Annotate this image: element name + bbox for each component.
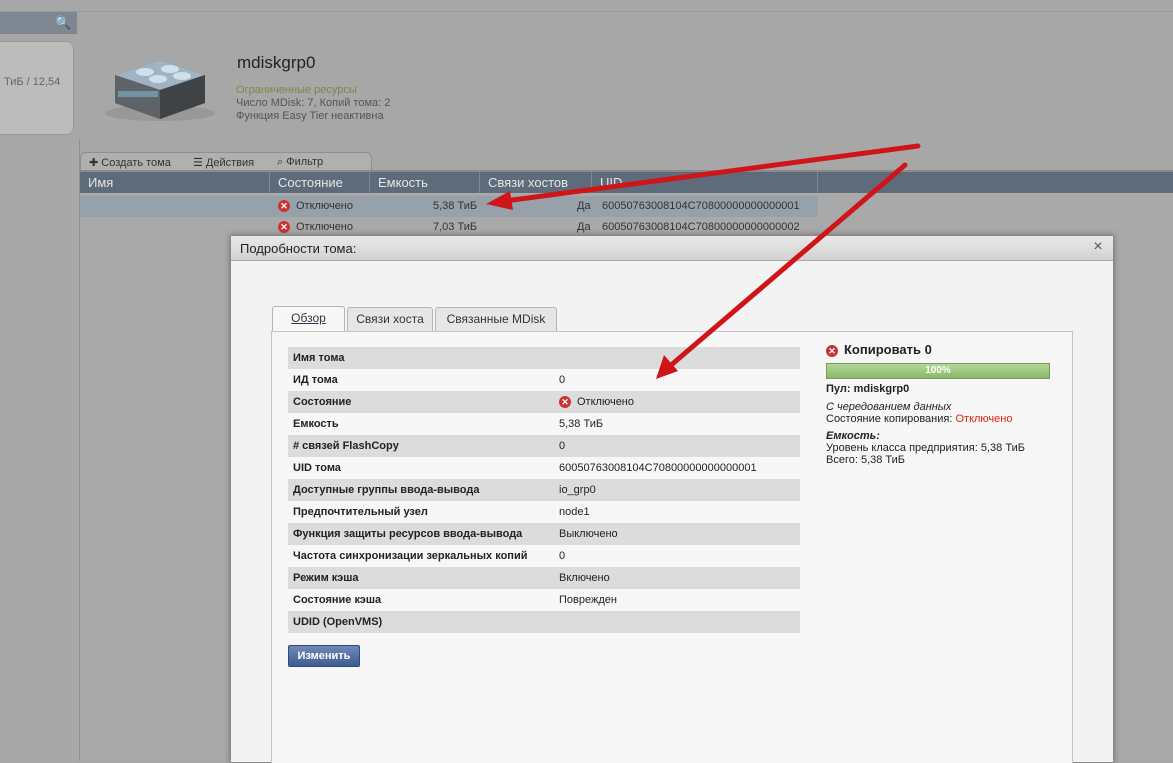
- copy-total-capacity: Всего: 5,38 ТиБ: [826, 454, 906, 466]
- pool-easy-tier: Функция Easy Tier неактивна: [236, 110, 384, 122]
- prop-value: Включено: [559, 572, 610, 584]
- prop-value: node1: [559, 506, 590, 518]
- error-icon: ✕: [278, 200, 290, 213]
- magnifier-icon: ⌕: [277, 156, 287, 168]
- volume-toolbar: ✚ Создать тома ☰ Действия ⌕ Фильтр: [80, 152, 372, 171]
- prop-value: io_grp0: [559, 484, 596, 496]
- filter-label: Фильтр: [286, 156, 324, 168]
- prop-value: Поврежден: [559, 594, 617, 606]
- prop-label: Емкость: [293, 418, 339, 430]
- top-divider: [0, 11, 1173, 12]
- copy-state-label: Состояние копирования:: [826, 413, 956, 425]
- tab-host-links[interactable]: Связи хоста: [347, 307, 433, 331]
- copy-state-value: Отключено: [955, 413, 1013, 425]
- row-status-text: Отключено: [296, 221, 353, 233]
- copy-progress-label: 100%: [925, 365, 951, 376]
- create-volume-button[interactable]: ✚ Создать тома: [89, 156, 171, 169]
- copy-progress-bar: 100%: [826, 363, 1050, 379]
- prop-udid: UDID (OpenVMS): [288, 611, 800, 633]
- column-name[interactable]: Имя: [80, 172, 270, 193]
- copy-title-text: Копировать 0: [844, 342, 932, 357]
- prop-mirror-sync: Частота синхронизации зеркальных копий 0: [288, 545, 800, 567]
- column-status[interactable]: Состояние: [270, 172, 370, 193]
- tab-related-mdisk[interactable]: Связанные MDisk: [435, 307, 557, 331]
- prop-label: # связей FlashCopy: [293, 440, 399, 452]
- copy-pool: Пул: mdiskgrp0: [826, 383, 910, 395]
- close-icon[interactable]: ×: [1090, 238, 1106, 256]
- column-host-links[interactable]: Связи хостов: [480, 172, 592, 193]
- copy-title: ✕ Копировать 0: [826, 342, 932, 357]
- volume-table-header: Имя Состояние Емкость Связи хостов UID: [80, 172, 1173, 193]
- plus-icon: ✚: [89, 157, 102, 169]
- prop-capacity: Емкость 5,38 ТиБ: [288, 413, 800, 435]
- row-host-links: Да: [577, 200, 591, 212]
- prop-preferred-node: Предпочтительный узел node1: [288, 501, 800, 523]
- tab-overview-label: Обзор: [291, 311, 326, 325]
- prop-value: 0: [559, 440, 566, 452]
- volume-details-dialog: Подробности тома: × Обзор Связи хоста Св…: [230, 235, 1114, 763]
- tab-overview[interactable]: Обзор: [272, 306, 345, 332]
- prop-label: UID тома: [293, 462, 341, 474]
- copy-capacity-heading: Емкость:: [826, 430, 880, 442]
- row-status: ✕ Отключено: [278, 196, 353, 217]
- edit-button[interactable]: Изменить: [288, 645, 360, 667]
- prop-status-text: Отключено: [577, 396, 634, 408]
- dialog-title: Подробности тома:: [240, 241, 357, 256]
- prop-label: Имя тома: [293, 352, 345, 364]
- prop-label: ИД тома: [293, 374, 338, 386]
- prop-value: 60050763008104C70800000000000001: [559, 462, 757, 474]
- actions-button[interactable]: ☰ Действия: [193, 156, 254, 169]
- sidebar-panel: [0, 140, 80, 761]
- list-icon: ☰: [193, 157, 206, 169]
- prop-value: 0: [559, 374, 566, 386]
- row-status-text: Отключено: [296, 200, 353, 212]
- actions-label: Действия: [205, 157, 255, 169]
- prop-value: 5,38 ТиБ: [559, 418, 604, 430]
- pool-status: Ограниченные ресурсы: [236, 84, 357, 96]
- copy-striping: С чередованием данных: [826, 401, 952, 413]
- prop-value: Выключено: [559, 528, 618, 540]
- prop-label: UDID (OpenVMS): [293, 616, 383, 628]
- filter-button[interactable]: ⌕ Фильтр: [277, 156, 323, 169]
- error-icon: ✕: [559, 396, 571, 409]
- row-capacity: 5,38 ТиБ: [433, 200, 478, 212]
- prop-value: 0: [559, 550, 566, 562]
- prop-label: Состояние кэша: [293, 594, 382, 606]
- search-icon[interactable]: 🔍: [55, 15, 71, 31]
- column-uid[interactable]: UID: [592, 172, 818, 193]
- prop-cache-state: Состояние кэша Поврежден: [288, 589, 800, 611]
- prop-uid: UID тома 60050763008104C70800000000000001: [288, 457, 800, 479]
- prop-io-groups: Доступные группы ввода-вывода io_grp0: [288, 479, 800, 501]
- prop-status: Состояние ✕ Отключено: [288, 391, 800, 413]
- prop-flashcopy: # связей FlashCopy 0: [288, 435, 800, 457]
- prop-cache-mode: Режим кэша Включено: [288, 567, 800, 589]
- prop-label: Функция защиты ресурсов ввода-вывода: [293, 528, 523, 540]
- prop-volume-id: ИД тома 0: [288, 369, 800, 391]
- tab-host-links-label: Связи хоста: [356, 312, 424, 326]
- overview-panel: Имя тома ИД тома 0 Состояние ✕ Отключено Ем…: [271, 331, 1073, 763]
- error-icon: ✕: [278, 221, 290, 234]
- prop-label: Режим кэша: [293, 572, 359, 584]
- prop-value: ✕ Отключено: [559, 391, 634, 413]
- sidebar-capacity-card[interactable]: [0, 41, 74, 135]
- sidebar-capacity-text: ТиБ / 12,54: [4, 76, 61, 88]
- copy-state: Состояние копирования: Отключено: [826, 413, 1012, 425]
- prop-io-protection: Функция защиты ресурсов ввода-вывода Выкл…: [288, 523, 800, 545]
- column-capacity[interactable]: Емкость: [370, 172, 480, 193]
- error-icon: ✕: [826, 344, 838, 357]
- prop-label: Доступные группы ввода-вывода: [293, 484, 480, 496]
- row-uid: 60050763008104C70800000000000001: [602, 200, 800, 212]
- prop-volume-name: Имя тома: [288, 347, 800, 369]
- pool-name: mdiskgrp0: [237, 53, 316, 72]
- dialog-title-bar[interactable]: [231, 236, 1113, 261]
- prop-label: Предпочтительный узел: [293, 506, 428, 518]
- pool-mdisk-count: Число MDisk: 7, Копий тома: 2: [236, 97, 391, 109]
- prop-label: Состояние: [293, 396, 352, 408]
- copy-tier-capacity: Уровень класса предприятия: 5,38 ТиБ: [826, 442, 1025, 454]
- tab-related-mdisk-label: Связанные MDisk: [446, 312, 546, 326]
- prop-label: Частота синхронизации зеркальных копий: [293, 550, 528, 562]
- create-volume-label: Создать тома: [101, 157, 171, 169]
- table-row[interactable]: ✕ Отключено 5,38 ТиБ Да 60050763008104C70…: [80, 196, 818, 217]
- storage-pool-icon: [105, 60, 215, 121]
